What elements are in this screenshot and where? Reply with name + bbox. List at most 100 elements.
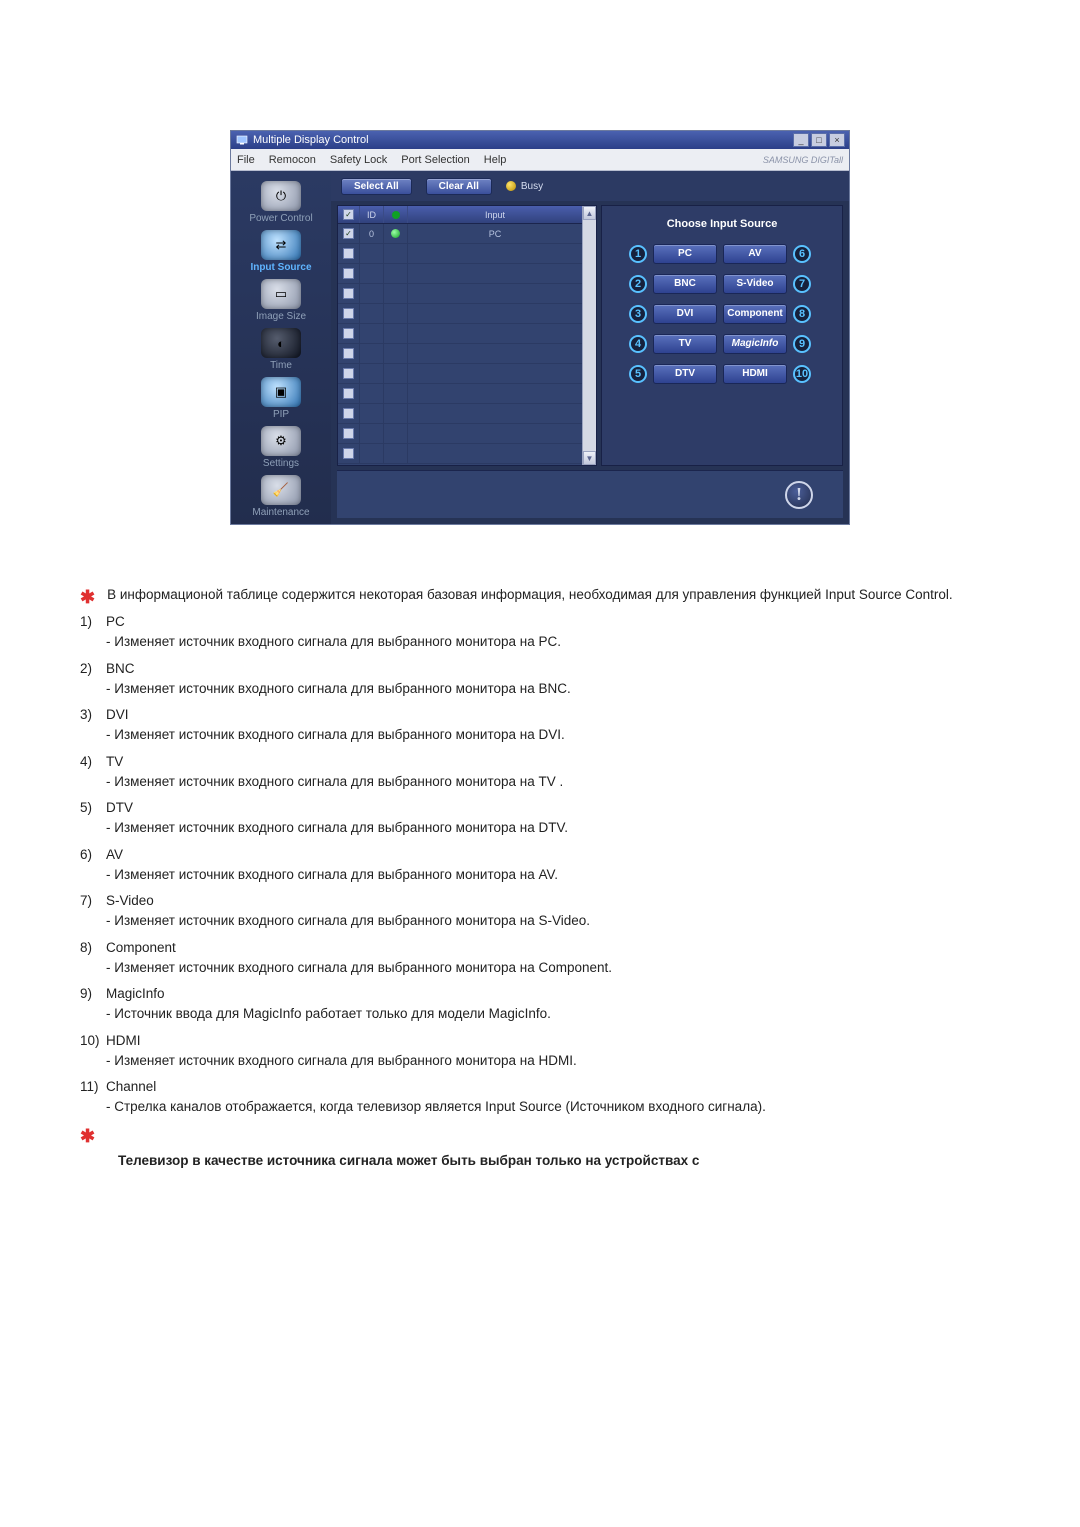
monitor-list: ✓ ID Input ✓0PC ▲ ▼ [337,205,597,466]
menu-file[interactable]: File [237,154,255,166]
sidebar-item-time[interactable]: ◐Time [239,328,323,371]
row-checkbox[interactable] [343,328,354,339]
maximize-button[interactable]: □ [811,133,827,147]
scroll-up-icon[interactable]: ▲ [583,206,596,220]
source-hdmi-button[interactable]: HDMI [723,364,787,384]
list-item: 5)DTV- Изменяет источник входного сигнал… [80,798,1000,839]
row-checkbox[interactable]: ✓ [343,228,354,239]
time-icon: ◐ [261,328,301,358]
col-status[interactable] [384,206,408,223]
document-body: ✱ В информационой таблице содержится нек… [80,585,1000,1171]
source-bnc-button[interactable]: BNC [653,274,717,294]
table-row[interactable] [338,404,582,424]
table-row[interactable] [338,424,582,444]
source-component-button[interactable]: Component [723,304,787,324]
table-row[interactable] [338,284,582,304]
note-text: В информационой таблице содержится некот… [107,585,953,606]
sidebar-item-image-size[interactable]: ▭Image Size [239,279,323,322]
close-button[interactable]: × [829,133,845,147]
list-item: 10)HDMI- Изменяет источник входного сигн… [80,1031,1000,1072]
callout-1: 1 [629,245,647,263]
table-row[interactable] [338,304,582,324]
clear-all-button[interactable]: Clear All [426,178,492,195]
panel-title: Choose Input Source [616,218,828,230]
input-icon: ⇄ [261,230,301,260]
sidebar-item-input-source[interactable]: ⇄Input Source [239,230,323,273]
sidebar: ⏻Power Control ⇄Input Source ▭Image Size… [231,171,331,524]
callout-7: 7 [793,275,811,293]
table-row[interactable] [338,324,582,344]
list-item: 8)Component- Изменяет источник входного … [80,938,1000,979]
source-dvi-button[interactable]: DVI [653,304,717,324]
app-window: Multiple Display Control _ □ × File Remo… [230,130,850,525]
row-checkbox[interactable] [343,408,354,419]
row-checkbox[interactable] [343,368,354,379]
table-row[interactable] [338,364,582,384]
info-icon[interactable]: ! [785,481,813,509]
bold-footer-note: Телевизор в качестве источника сигнала м… [118,1151,1000,1171]
callout-4: 4 [629,335,647,353]
menu-port-selection[interactable]: Port Selection [401,154,469,166]
title-bar[interactable]: Multiple Display Control _ □ × [231,131,849,149]
header-checkbox[interactable]: ✓ [343,209,354,220]
table-row[interactable] [338,444,582,464]
image-size-icon: ▭ [261,279,301,309]
toolbar: Select All Clear All Busy [331,171,849,201]
star-icon: ✱ [80,1127,95,1145]
busy-indicator: Busy [506,181,543,192]
power-icon: ⏻ [261,181,301,211]
row-checkbox[interactable] [343,268,354,279]
status-bar: ! [337,470,843,518]
sidebar-item-power-control[interactable]: ⏻Power Control [239,181,323,224]
callout-2: 2 [629,275,647,293]
table-header: ✓ ID Input [338,206,582,224]
table-row[interactable] [338,344,582,364]
busy-dot-icon [506,181,516,191]
minimize-button[interactable]: _ [793,133,809,147]
table-row[interactable] [338,244,582,264]
callout-8: 8 [793,305,811,323]
brand-text: SAMSUNG DIGITall [763,155,843,165]
pip-icon: ▣ [261,377,301,407]
window-title: Multiple Display Control [253,134,369,146]
col-input[interactable]: Input [408,210,582,220]
input-source-panel: Choose Input Source 1PCAV62BNCS-Video73D… [601,205,843,466]
table-row[interactable]: ✓0PC [338,224,582,244]
row-checkbox[interactable] [343,448,354,459]
row-checkbox[interactable] [343,248,354,259]
row-checkbox[interactable] [343,288,354,299]
menu-remocon[interactable]: Remocon [269,154,316,166]
list-item: 1)PC- Изменяет источник входного сигнала… [80,612,1000,653]
sidebar-item-pip[interactable]: ▣PIP [239,377,323,420]
col-id[interactable]: ID [360,206,384,223]
source-pc-button[interactable]: PC [653,244,717,264]
callout-3: 3 [629,305,647,323]
menu-bar: File Remocon Safety Lock Port Selection … [231,149,849,171]
row-checkbox[interactable] [343,388,354,399]
callout-9: 9 [793,335,811,353]
row-checkbox[interactable] [343,308,354,319]
table-row[interactable] [338,384,582,404]
source-dtv-button[interactable]: DTV [653,364,717,384]
source-s-video-button[interactable]: S-Video [723,274,787,294]
menu-safety-lock[interactable]: Safety Lock [330,154,387,166]
list-item: 11)Channel- Стрелка каналов отображается… [80,1077,1000,1118]
sidebar-item-maintenance[interactable]: 🧹Maintenance [239,475,323,518]
table-row[interactable] [338,264,582,284]
row-checkbox[interactable] [343,348,354,359]
list-item: 4)TV- Изменяет источник входного сигнала… [80,752,1000,793]
maintenance-icon: 🧹 [261,475,301,505]
source-av-button[interactable]: AV [723,244,787,264]
list-item: 2)BNC- Изменяет источник входного сигнал… [80,659,1000,700]
callout-5: 5 [629,365,647,383]
sidebar-item-settings[interactable]: ⚙Settings [239,426,323,469]
scrollbar[interactable]: ▲ ▼ [582,206,596,465]
star-icon: ✱ [80,588,95,606]
status-dot-icon [391,229,400,238]
menu-help[interactable]: Help [484,154,507,166]
row-checkbox[interactable] [343,428,354,439]
source-tv-button[interactable]: TV [653,334,717,354]
scroll-down-icon[interactable]: ▼ [583,451,596,465]
select-all-button[interactable]: Select All [341,178,412,195]
source-magicinfo-button[interactable]: MagicInfo [723,334,787,354]
